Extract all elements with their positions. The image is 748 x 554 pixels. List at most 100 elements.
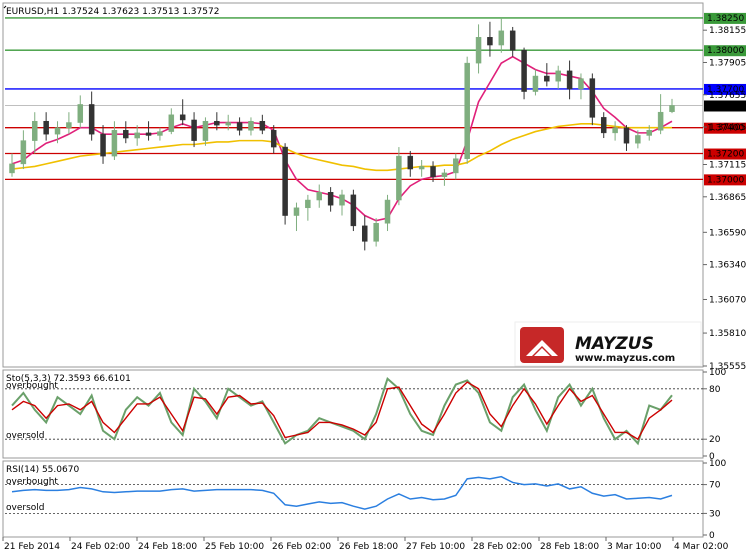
- candle-body: [20, 140, 27, 165]
- candle-body: [464, 62, 470, 159]
- candle-body: [362, 225, 368, 242]
- candle-body: [214, 120, 220, 126]
- candle-body: [657, 111, 664, 131]
- candle-body: [430, 166, 436, 178]
- candle-body: [134, 132, 140, 139]
- time-tick-label: 24 Feb 02:00: [71, 542, 130, 552]
- candle-body: [111, 130, 118, 157]
- candle-body: [578, 78, 584, 90]
- price-tick-label: 1.38155: [709, 26, 746, 36]
- stoch-overbought-label: overbought: [6, 381, 58, 391]
- candle-body: [509, 30, 516, 51]
- candle-body: [293, 207, 300, 216]
- price-tick-label: 1.36865: [709, 193, 746, 203]
- candle-body: [589, 78, 596, 118]
- candle-body: [441, 172, 448, 178]
- candle-body: [635, 135, 641, 144]
- time-tick-label: 28 Feb 18:00: [540, 542, 599, 552]
- level-badge-label: 1.37000: [707, 175, 744, 185]
- candle-body: [305, 199, 311, 209]
- candle-body: [259, 120, 266, 131]
- candle-body: [168, 114, 175, 132]
- time-tick-label: 28 Feb 02:00: [473, 542, 532, 552]
- time-tick-label: 21 Feb 2014: [4, 542, 60, 552]
- rsi-overbought-label: overbought: [6, 477, 58, 487]
- stoch-tick-label: 20: [709, 435, 721, 445]
- candle-body: [316, 192, 322, 201]
- candle-body: [9, 163, 15, 174]
- candle-body: [236, 122, 243, 131]
- time-tick-label: 24 Feb 18:00: [138, 542, 197, 552]
- rsi-tick-label: 0: [709, 531, 715, 541]
- price-panel-frame: [2, 2, 704, 368]
- candle-body: [373, 223, 379, 242]
- candle-body: [487, 37, 493, 46]
- candle-body: [248, 120, 254, 131]
- rsi-title: RSI(14) 55.0670: [6, 465, 79, 475]
- candle-body: [532, 75, 539, 92]
- time-tick-label: 27 Feb 10:00: [406, 542, 465, 552]
- candle-body: [566, 70, 573, 90]
- candle-body: [339, 194, 345, 206]
- price-tick-label: 1.36340: [709, 261, 746, 271]
- candle-body: [157, 131, 163, 136]
- time-tick-label: 26 Feb 02:00: [272, 542, 331, 552]
- rsi-oversold-label: oversold: [6, 503, 44, 513]
- candle-body: [100, 133, 106, 157]
- candle-body: [43, 120, 49, 135]
- stoch-tick-label: 80: [709, 385, 721, 395]
- price-tick-label: 1.37905: [709, 58, 746, 68]
- candle-body: [612, 127, 618, 134]
- level-badge-label: 1.38250: [707, 14, 744, 24]
- candle-body: [646, 130, 652, 136]
- chart-header: EURUSD,H1 1.37524 1.37623 1.37513 1.3757…: [6, 7, 219, 17]
- level-badge-label: 1.37200: [707, 150, 744, 160]
- price-tick-label: 1.37655: [709, 91, 746, 101]
- stoch-tick-label: 100: [709, 368, 726, 378]
- candle-body: [600, 117, 607, 134]
- rsi-panel-frame: [2, 460, 704, 538]
- logo-url: www.mayzus.com: [575, 353, 675, 364]
- candle-body: [407, 155, 414, 170]
- candle-body: [498, 30, 505, 46]
- rsi-tick-label: 30: [709, 509, 721, 519]
- candle-body: [88, 104, 95, 135]
- candle-body: [54, 127, 61, 135]
- mayzus-logo: MAYZUS www.mayzus.com: [514, 321, 702, 367]
- candle-body: [282, 146, 288, 216]
- candle-body: [123, 130, 129, 139]
- time-tick-label: 26 Feb 18:00: [339, 542, 398, 552]
- time-tick-label: 3 Mar 10:00: [607, 542, 662, 552]
- candle-body: [327, 192, 334, 206]
- candle-body: [521, 49, 527, 92]
- candle-body: [350, 194, 357, 227]
- candle-body: [66, 122, 72, 128]
- candle-body: [453, 158, 459, 174]
- price-tick-label: 1.37115: [709, 161, 746, 171]
- candle-body: [475, 37, 482, 64]
- candle-body: [544, 75, 550, 82]
- time-tick-label: 4 Mar 02:00: [674, 542, 729, 552]
- price-tick-label: 1.37405: [709, 123, 746, 133]
- logo-brand: MAYZUS: [575, 334, 654, 354]
- candle-body: [225, 122, 231, 126]
- current-price-label: 1.37572: [707, 101, 744, 111]
- candle-body: [191, 119, 197, 141]
- candle-body: [418, 166, 425, 170]
- candle-body: [77, 104, 84, 123]
- time-tick-label: 25 Feb 10:00: [205, 542, 264, 552]
- chart-canvas: 1.382501.380001.377001.374001.372001.370…: [2, 2, 746, 552]
- candle-body: [179, 114, 186, 121]
- candle-body: [623, 127, 630, 144]
- stoch-oversold-label: oversold: [6, 431, 44, 441]
- level-badge-label: 1.38000: [707, 46, 744, 56]
- candle-body: [555, 70, 561, 82]
- candle-body: [202, 120, 209, 141]
- price-tick-label: 1.36070: [709, 295, 746, 305]
- candle-body: [270, 130, 277, 148]
- price-tick-label: 1.36590: [709, 228, 746, 238]
- candle-body: [32, 120, 38, 141]
- rsi-tick-label: 100: [709, 459, 726, 469]
- price-tick-label: 1.35810: [709, 329, 746, 339]
- candle-body: [145, 132, 152, 136]
